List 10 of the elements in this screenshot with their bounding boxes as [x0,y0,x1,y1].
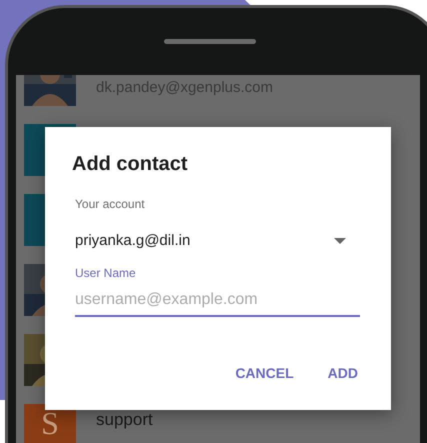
account-dropdown[interactable]: priyanka.g@dil.in [75,230,360,252]
contact-name[interactable]: support [96,407,153,433]
add-button[interactable]: ADD [328,362,358,384]
cancel-button[interactable]: CANCEL [235,362,294,384]
dialog-title: Add contact [72,152,189,177]
avatar-letter: S [41,407,59,439]
account-label: Your account [75,196,146,213]
username-field[interactable]: username@example.com [75,288,360,316]
caret-icon [334,238,346,244]
username-label: User Name [75,264,137,282]
